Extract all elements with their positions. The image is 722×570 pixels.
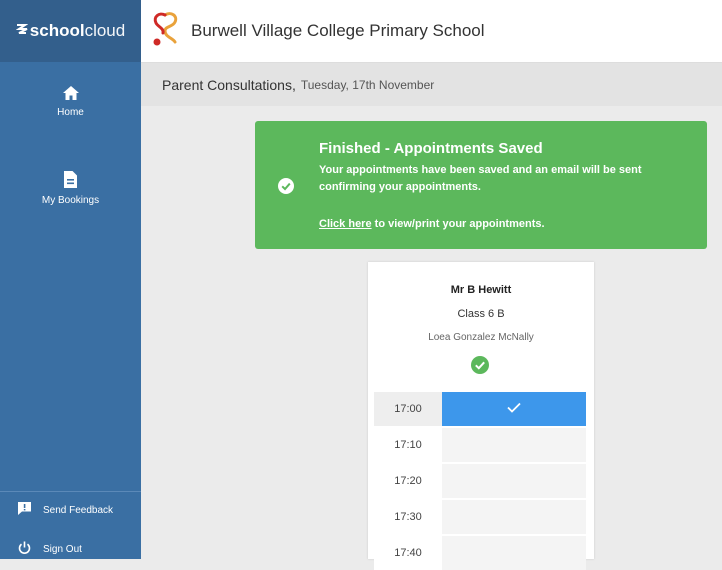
class-name: Class 6 B [457, 308, 505, 320]
schoolcloud-logo-icon [15, 21, 29, 41]
time-slot-row: 17:00 [374, 392, 586, 426]
slot-time: 17:00 [374, 392, 442, 426]
school-logo-icon [151, 11, 179, 52]
brand-name-light: cloud [84, 21, 126, 40]
slot-time: 17:20 [374, 464, 442, 498]
sign-out-label: Sign Out [43, 543, 82, 555]
event-title: Parent Consultations, [162, 76, 296, 93]
pupil-name: Loea Gonzalez McNally [428, 332, 534, 343]
teacher-name: Mr B Hewitt [450, 284, 512, 296]
send-feedback-button[interactable]: Send Feedback [0, 493, 141, 527]
home-icon [0, 86, 141, 103]
available-slot-button[interactable] [442, 428, 586, 462]
sign-out-button[interactable]: Sign Out [0, 532, 141, 566]
success-alert: Finished - Appointments Saved Your appoi… [255, 121, 707, 249]
alert-message: Your appointments have been saved and an… [319, 164, 642, 193]
appointment-card: Mr B Hewitt Class 6 B Loea Gonzalez McNa… [368, 262, 594, 570]
available-slot-button[interactable] [442, 536, 586, 570]
sidebar-item-label: My Bookings [41, 195, 100, 206]
header-bar: Burwell Village College Primary School [141, 0, 722, 63]
slot-time: 17:40 [374, 536, 442, 570]
feedback-icon [18, 502, 31, 518]
available-slot-button[interactable] [442, 500, 586, 534]
booked-slot-button[interactable] [442, 392, 586, 426]
school-name: Burwell Village College Primary School [191, 21, 485, 40]
time-slot-row: 17:30 [374, 500, 586, 534]
slot-time: 17:30 [374, 500, 442, 534]
check-circle-icon [278, 178, 294, 199]
send-feedback-label: Send Feedback [43, 504, 114, 516]
brand-name-bold: school [29, 21, 85, 40]
alert-link-line: Click here to view/print your appointmen… [319, 218, 545, 230]
checkmark-icon [507, 400, 521, 418]
sidebar-divider [0, 491, 141, 492]
alert-link-suffix: to view/print your appointments. [371, 218, 545, 230]
sidebar: school cloud Home My Bookings Send Feedba… [0, 0, 141, 559]
time-slot-row: 17:40 [374, 536, 586, 570]
sidebar-item-home[interactable]: Home [0, 86, 141, 118]
alert-title: Finished - Appointments Saved [319, 140, 543, 157]
time-slot-row: 17:10 [374, 428, 586, 462]
page-subheader: Parent Consultations, Tuesday, 17th Nove… [141, 63, 722, 106]
view-print-link[interactable]: Click here [319, 218, 372, 230]
sidebar-item-my-bookings[interactable]: My Bookings [0, 171, 141, 206]
brand-logo[interactable]: school cloud [0, 0, 141, 62]
slot-time: 17:10 [374, 428, 442, 462]
check-circle-icon [471, 356, 489, 379]
document-icon [0, 171, 141, 191]
power-icon [18, 541, 31, 557]
time-slot-row: 17:20 [374, 464, 586, 498]
sidebar-item-label: Home [57, 107, 84, 118]
available-slot-button[interactable] [442, 464, 586, 498]
event-date: Tuesday, 17th November [300, 77, 435, 92]
